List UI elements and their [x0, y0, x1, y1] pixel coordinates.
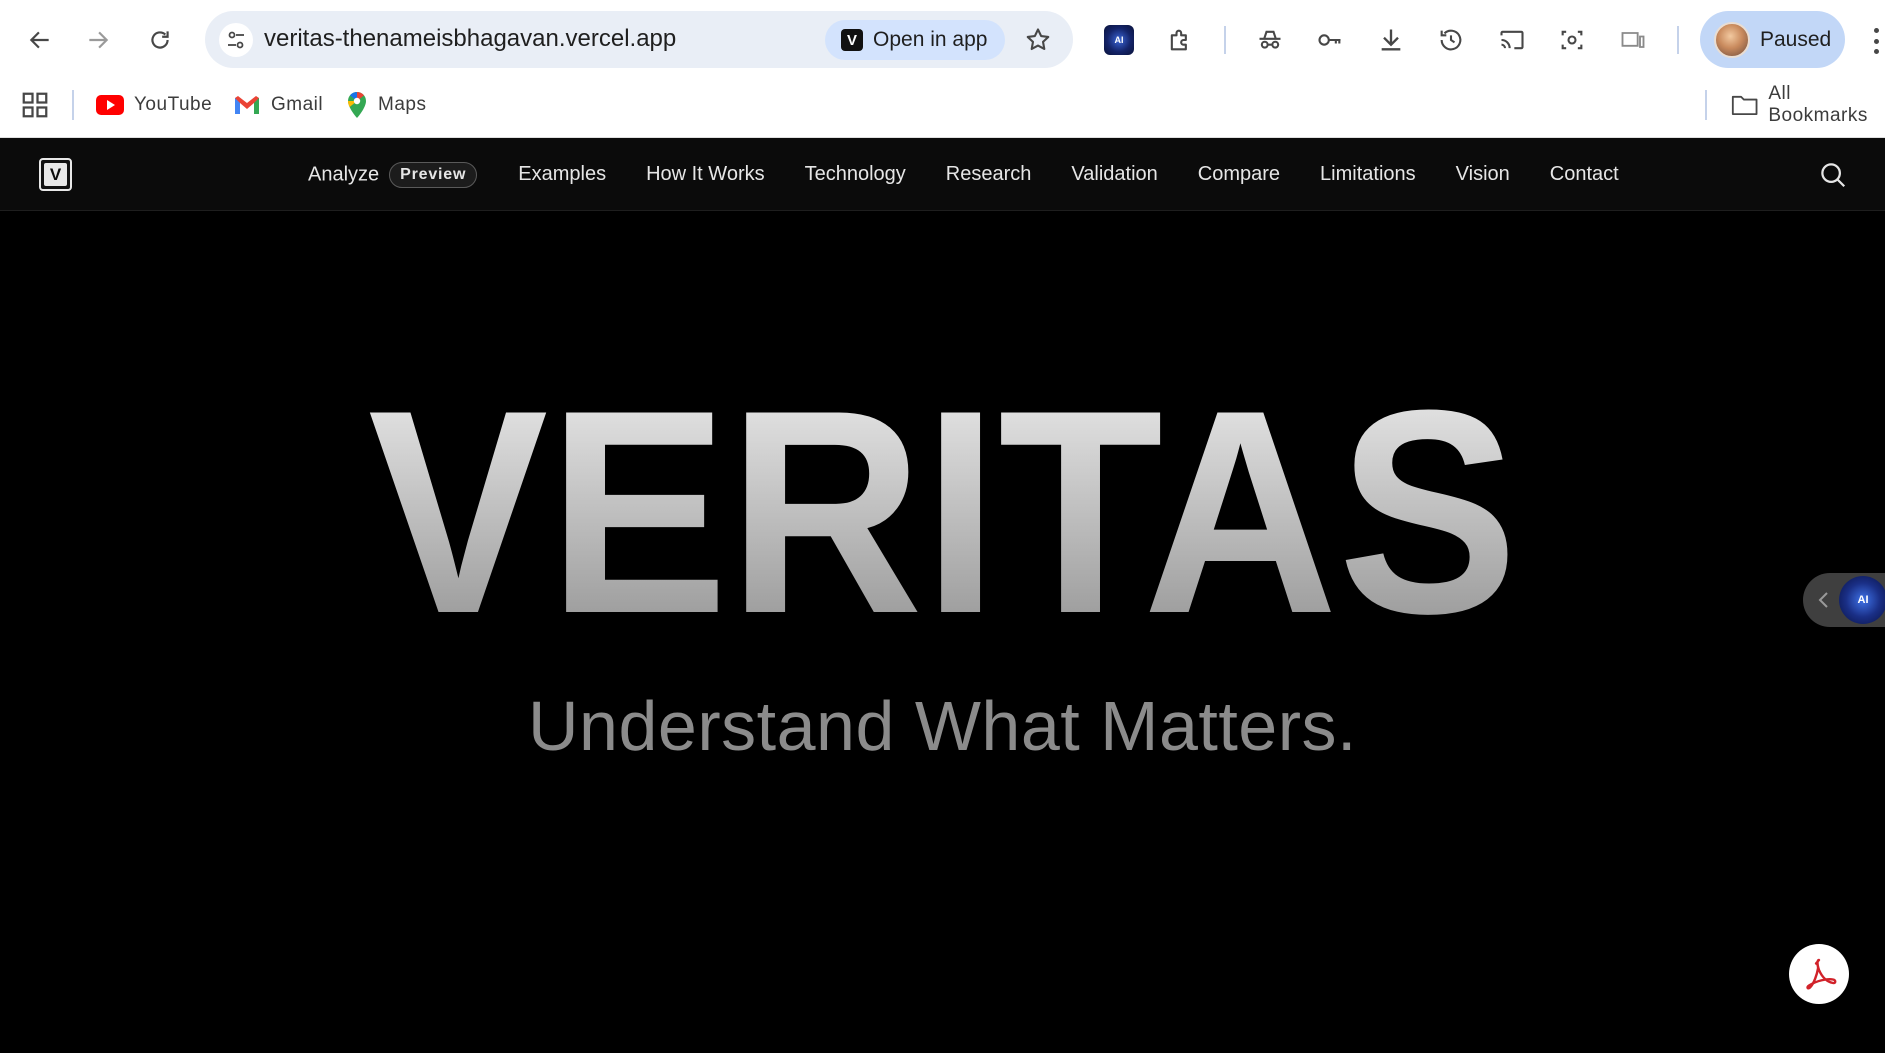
hero-title-glyphs: VERITAS [368, 360, 1518, 630]
apps-grid-icon[interactable] [20, 90, 50, 120]
nav-limitations[interactable]: Limitations [1320, 163, 1416, 186]
menu-dot-icon [1874, 28, 1879, 33]
key-icon [1318, 34, 1341, 46]
devices-button[interactable] [1613, 20, 1653, 60]
camera-search-icon [1561, 30, 1583, 50]
cast-button[interactable] [1492, 20, 1532, 60]
gmail-icon [235, 96, 259, 114]
main-nav: Analyze Preview Examples How It Works Tec… [308, 138, 1619, 211]
toolbar-separator [1224, 26, 1226, 54]
browser-menu-button[interactable] [1868, 26, 1885, 56]
site-logo[interactable]: V [39, 158, 72, 191]
youtube-icon [96, 95, 124, 115]
ai-assistant-side-tab[interactable]: AI [1803, 573, 1885, 627]
star-icon [1026, 28, 1050, 51]
pdf-button[interactable] [1789, 944, 1849, 1004]
profile-button[interactable]: Paused [1700, 11, 1845, 68]
bookmarks-bar: YouTube Gmail Maps All Bookmarks [0, 78, 1885, 138]
app-logo-icon: V [841, 29, 863, 51]
toolbar-separator-2 [1677, 26, 1679, 54]
menu-dot-icon [1874, 49, 1879, 54]
nav-analyze-label: Analyze [308, 162, 380, 185]
ai-orb-icon: AI [1839, 576, 1885, 624]
downloads-button[interactable] [1371, 20, 1411, 60]
nav-vision[interactable]: Vision [1456, 163, 1510, 186]
menu-dot-icon [1874, 38, 1879, 44]
download-icon [1381, 29, 1401, 51]
nav-contact[interactable]: Contact [1550, 163, 1619, 186]
bookmark-gmail[interactable]: Gmail [233, 88, 323, 122]
address-bar[interactable]: veritas-thenameisbhagavan.vercel.app V O… [205, 11, 1073, 68]
puzzle-icon [1170, 29, 1187, 51]
all-bookmarks-button[interactable]: All Bookmarks [1731, 83, 1885, 126]
forward-button[interactable] [78, 20, 118, 60]
ai-extension-button[interactable]: AI [1099, 20, 1139, 60]
reload-button[interactable] [140, 20, 180, 60]
cast-icon [1500, 30, 1524, 50]
bookmark-youtube[interactable]: YouTube [96, 88, 212, 122]
hero-title-text: VERITAS [368, 360, 1518, 630]
arrow-right-icon [89, 31, 109, 49]
search-icon[interactable] [1818, 160, 1848, 190]
url-text[interactable]: veritas-thenameisbhagavan.vercel.app [264, 25, 676, 53]
nav-research[interactable]: Research [946, 163, 1032, 186]
back-button[interactable] [20, 20, 60, 60]
maps-icon [348, 92, 366, 118]
site-logo-letter: V [44, 163, 67, 186]
acrobat-pdf-icon [1806, 958, 1837, 990]
bookmark-label: YouTube [134, 94, 213, 115]
preview-badge: Preview [389, 161, 478, 188]
lens-button[interactable] [1552, 20, 1592, 60]
reload-icon [151, 31, 169, 49]
bookmark-label: Gmail [271, 94, 324, 115]
open-in-app-label: Open in app [873, 28, 988, 51]
avatar [1714, 21, 1750, 58]
hero-subtitle: Understand What Matters. [528, 687, 1357, 765]
browser-chrome: veritas-thenameisbhagavan.vercel.app V O… [0, 0, 1885, 138]
tune-icon [228, 31, 244, 49]
nav-validation[interactable]: Validation [1071, 163, 1157, 186]
nav-compare[interactable]: Compare [1198, 163, 1280, 186]
bookmarks-separator-right [1705, 90, 1707, 120]
nav-how-it-works[interactable]: How It Works [646, 163, 765, 186]
site-header: V Analyze Preview Examples How It Works T… [0, 138, 1885, 211]
chevron-left-icon [1818, 592, 1828, 608]
bookmark-maps[interactable]: Maps [346, 88, 426, 122]
profile-status: Paused [1760, 27, 1832, 51]
extensions-button[interactable] [1160, 20, 1200, 60]
history-button[interactable] [1431, 20, 1471, 60]
folder-icon [1731, 95, 1758, 116]
browser-toolbar: veritas-thenameisbhagavan.vercel.app V O… [0, 0, 1885, 78]
nav-technology[interactable]: Technology [805, 163, 906, 186]
arrow-left-icon [29, 31, 49, 49]
ai-extension-icon: AI [1104, 25, 1134, 55]
open-in-app-button[interactable]: V Open in app [825, 20, 1005, 60]
nav-analyze[interactable]: Analyze Preview [308, 161, 478, 188]
nav-examples[interactable]: Examples [518, 163, 606, 186]
devices-icon [1621, 32, 1645, 48]
history-icon [1440, 29, 1462, 51]
incognito-button[interactable] [1250, 20, 1290, 60]
site-info-button[interactable] [219, 23, 253, 57]
passwords-button[interactable] [1310, 20, 1350, 60]
bookmark-label: Maps [378, 94, 427, 115]
all-bookmarks-label: All Bookmarks [1768, 83, 1868, 126]
hero-title: VERITAS [0, 360, 1885, 630]
bookmark-star-button[interactable] [1020, 22, 1056, 58]
incognito-icon [1259, 30, 1281, 49]
bookmarks-separator [72, 90, 74, 120]
